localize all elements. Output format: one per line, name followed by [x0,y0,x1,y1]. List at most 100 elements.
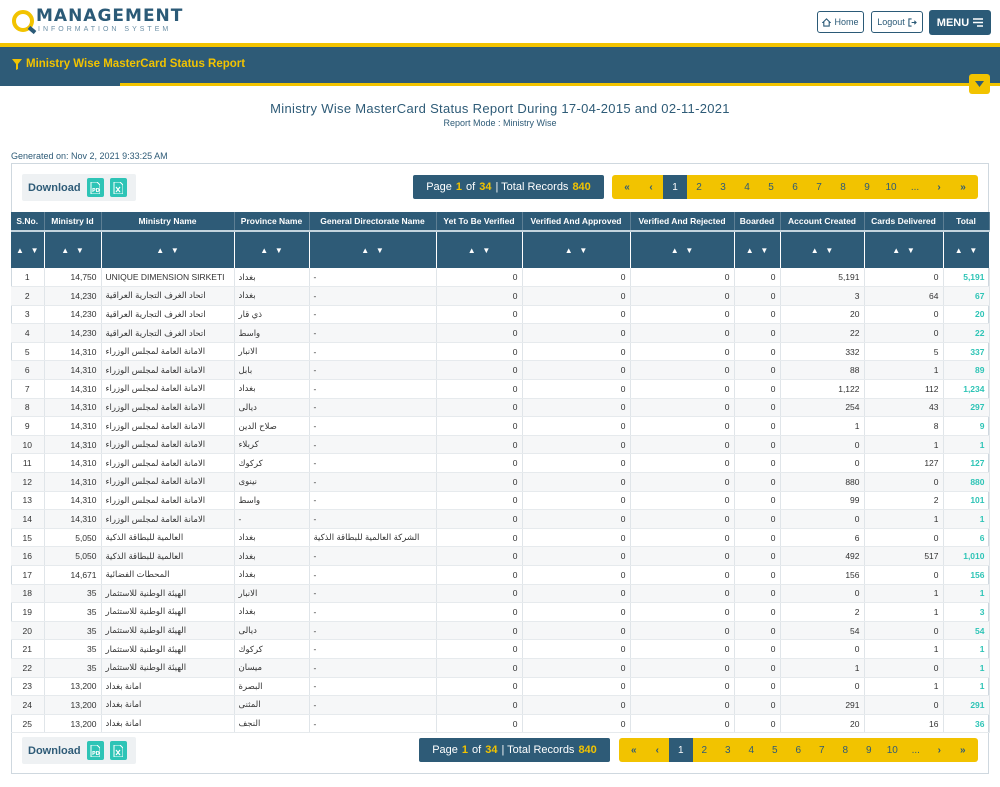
page-button-8[interactable]: 8 [834,738,858,762]
logo[interactable]: MANAGEMENT INFORMATION SYSTEM [12,8,183,34]
page-button-3[interactable]: 3 [716,738,740,762]
column-header[interactable]: Verified And Rejected [630,212,735,231]
sort-descending-icon[interactable]: ▼ [760,246,768,255]
sort-controls[interactable]: ▲ ▼ [864,230,944,268]
page-button-5[interactable]: 5 [763,738,787,762]
sort-controls[interactable]: ▲ ▼ [522,230,631,268]
column-header[interactable]: Yet To Be Verified [436,212,523,231]
download-label-bottom: Download [28,744,81,757]
column-header[interactable]: Boarded [734,212,781,231]
last-page-button[interactable]: » [951,175,975,199]
page-button-6[interactable]: 6 [783,175,807,199]
page-button-5[interactable]: 5 [759,175,783,199]
sort-ascending-icon[interactable]: ▲ [671,246,679,255]
sort-controls[interactable]: ▲ ▼ [734,230,781,268]
page-button-2[interactable]: 2 [687,175,711,199]
page-ellipsis[interactable]: ... [904,738,928,762]
page-button-9[interactable]: 9 [857,738,881,762]
sort-descending-icon[interactable]: ▼ [969,246,977,255]
pdf-icon[interactable]: PDF [86,178,104,197]
sort-ascending-icon[interactable]: ▲ [565,246,573,255]
collapse-filter-button[interactable] [969,74,990,94]
home-button[interactable]: Home [817,11,864,33]
page-ellipsis[interactable]: ... [903,175,927,199]
table-sort-row: ▲ ▼ ▲ ▼ ▲ ▼ ▲ ▼ ▲ ▼ ▲ ▼ ▲ ▼ ▲ ▼ ▲ ▼ ▲ ▼ ▲ ▼ ▲ ▼ [11,230,990,268]
pdf-icon[interactable]: PDF [86,741,104,760]
sort-descending-icon[interactable]: ▼ [171,246,179,255]
page-button-8[interactable]: 8 [831,175,855,199]
sort-ascending-icon[interactable]: ▲ [361,246,369,255]
logout-label: Logout [877,17,905,27]
column-header[interactable]: Total [943,212,990,231]
last-page-button[interactable]: » [951,738,975,762]
sort-ascending-icon[interactable]: ▲ [156,246,164,255]
prev-page-button[interactable]: ‹ [639,175,663,199]
sort-ascending-icon[interactable]: ▲ [746,246,754,255]
sort-descending-icon[interactable]: ▼ [907,246,915,255]
sort-controls[interactable]: ▲ ▼ [234,230,310,268]
column-header[interactable]: S.No. [11,212,45,231]
sort-ascending-icon[interactable]: ▲ [892,246,900,255]
sort-controls[interactable]: ▲ ▼ [630,230,735,268]
next-page-button[interactable]: › [927,175,951,199]
sort-descending-icon[interactable]: ▼ [275,246,283,255]
page-button-10[interactable]: 10 [881,738,905,762]
table-cell: 291 [943,695,990,715]
table-cell: - [309,714,437,734]
page-button-1[interactable]: 1 [669,738,693,762]
column-header[interactable]: Ministry Name [101,212,235,231]
sort-descending-icon[interactable]: ▼ [376,246,384,255]
page-button-3[interactable]: 3 [711,175,735,199]
page-button-4[interactable]: 4 [735,175,759,199]
table-cell: 0 [734,323,781,343]
column-header[interactable]: Account Created [780,212,865,231]
column-header[interactable]: Cards Delivered [864,212,944,231]
download-bar-top: Download PDF [22,174,136,201]
sort-descending-icon[interactable]: ▼ [685,246,693,255]
table-cell: 35 [44,658,102,678]
sort-ascending-icon[interactable]: ▲ [811,246,819,255]
excel-icon[interactable] [109,741,127,760]
sort-descending-icon[interactable]: ▼ [76,246,84,255]
sort-controls[interactable]: ▲ ▼ [436,230,523,268]
prev-page-button[interactable]: ‹ [646,738,670,762]
first-page-button[interactable]: « [615,175,639,199]
sort-ascending-icon[interactable]: ▲ [16,246,24,255]
sort-ascending-icon[interactable]: ▲ [260,246,268,255]
sort-controls[interactable]: ▲ ▼ [44,230,102,268]
menu-button[interactable]: MENU [929,10,991,35]
excel-icon[interactable] [109,178,127,197]
sort-descending-icon[interactable]: ▼ [482,246,490,255]
sort-controls[interactable]: ▲ ▼ [943,230,990,268]
table-cell: 8 [864,416,944,436]
sort-controls[interactable]: ▲ ▼ [11,230,45,268]
sort-ascending-icon[interactable]: ▲ [955,246,963,255]
column-header[interactable]: Ministry Id [44,212,102,231]
table-cell: 0 [436,584,523,604]
page-button-7[interactable]: 7 [807,175,831,199]
column-header[interactable]: Province Name [234,212,310,231]
page-button-7[interactable]: 7 [810,738,834,762]
sort-ascending-icon[interactable]: ▲ [61,246,69,255]
column-header[interactable]: General Directorate Name [309,212,437,231]
sort-descending-icon[interactable]: ▼ [825,246,833,255]
sort-controls[interactable]: ▲ ▼ [101,230,235,268]
sort-descending-icon[interactable]: ▼ [31,246,39,255]
page-button-6[interactable]: 6 [787,738,811,762]
page-button-9[interactable]: 9 [855,175,879,199]
table-cell: العالمية للبطاقة الذكية [101,528,235,548]
page-button-2[interactable]: 2 [693,738,717,762]
page-button-1[interactable]: 1 [663,175,687,199]
sort-ascending-icon[interactable]: ▲ [468,246,476,255]
first-page-button[interactable]: « [622,738,646,762]
sort-controls[interactable]: ▲ ▼ [780,230,865,268]
page-button-10[interactable]: 10 [879,175,903,199]
column-header[interactable]: Verified And Approved [522,212,631,231]
table-header-row: S.No. Ministry Id Ministry Name Province Na… [11,212,990,231]
page-button-4[interactable]: 4 [740,738,764,762]
logout-button[interactable]: Logout [871,11,923,33]
sort-controls[interactable]: ▲ ▼ [309,230,437,268]
sort-descending-icon[interactable]: ▼ [579,246,587,255]
next-page-button[interactable]: › [928,738,952,762]
table-cell: 0 [734,621,781,641]
